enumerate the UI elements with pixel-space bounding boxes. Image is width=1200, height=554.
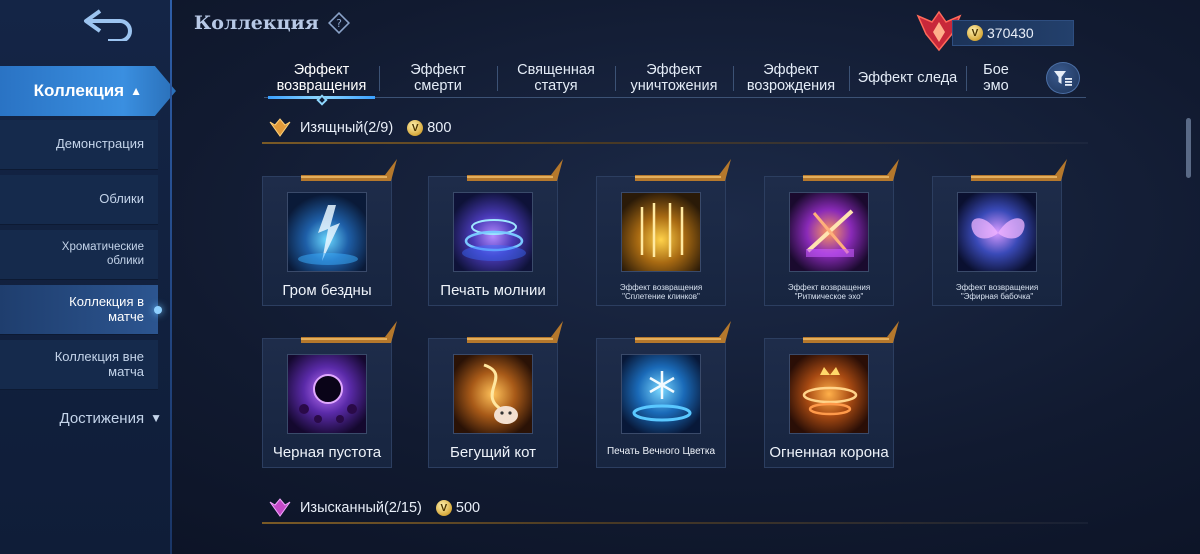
effect-card[interactable]: Печать Вечного Цветка: [596, 321, 731, 468]
back-button[interactable]: [70, 4, 146, 44]
effect-name: Огненная корона: [769, 444, 889, 461]
currency-balance: V 370430: [952, 20, 1074, 46]
tab-label: Эффект возвращения: [276, 61, 367, 94]
sidebar-item-in-match-collection[interactable]: Коллекция в матче: [0, 285, 162, 335]
section-cost: V 800: [407, 120, 451, 136]
section-cost-value: 800: [427, 120, 452, 136]
sidebar-item-label: Хроматические облики: [61, 241, 144, 267]
effect-card[interactable]: Эффект возвращения "Сплетение клинков": [596, 159, 731, 306]
effect-card[interactable]: Гром бездны: [262, 159, 397, 306]
effect-name: Гром бездны: [282, 282, 372, 299]
tab-return-effect[interactable]: Эффект возвращения: [264, 58, 379, 106]
effect-name: Печать молнии: [440, 282, 546, 299]
sidebar-item-label: Демонстрация: [55, 136, 144, 152]
ribbon-icon: [301, 159, 397, 181]
effect-name: Печать Вечного Цветка: [606, 446, 716, 457]
section-title: Изысканный(2/15): [300, 500, 422, 516]
coin-icon: V: [407, 120, 424, 136]
ribbon-icon: [803, 321, 899, 343]
effect-thumbnail: [789, 192, 869, 272]
effect-card[interactable]: Бегущий кот: [428, 321, 563, 468]
effect-thumbnail: [287, 192, 367, 272]
section-title: Изящный(2/9): [300, 120, 394, 136]
back-arrow-icon: [84, 9, 132, 41]
effect-name: Эффект возвращения "Эфирная бабочка": [955, 283, 1039, 301]
section-divider: [262, 522, 1088, 524]
gem-tier-icon: [269, 118, 291, 137]
help-icon[interactable]: ?: [328, 12, 350, 34]
sidebar-achievements-label: Достижения: [59, 409, 145, 427]
sidebar-item-label: Облики: [99, 191, 144, 207]
tab-sacred-statue[interactable]: Священная статуя: [497, 58, 615, 97]
ribbon-icon: [467, 321, 563, 343]
effect-card[interactable]: Эффект возвращения "Эфирная бабочка": [932, 159, 1067, 306]
currency-value: 370430: [987, 25, 1034, 41]
filter-button[interactable]: [1046, 62, 1080, 94]
sidebar-collection-label: Коллекция: [33, 81, 125, 100]
tab-label: Священная статуя: [517, 61, 595, 94]
ribbon-icon: [467, 159, 563, 181]
tab-label: Эффект смерти: [410, 61, 466, 94]
gem-tier-icon: [269, 498, 291, 517]
section-cost-value: 500: [455, 500, 481, 516]
ribbon-icon: [635, 321, 731, 343]
sidebar-item-demonstration[interactable]: Демонстрация: [0, 120, 158, 170]
ribbon-icon: [635, 159, 731, 181]
ribbon-icon: [301, 321, 397, 343]
sidebar: Коллекция ▲ Демонстрация Облики Хроматич…: [0, 0, 176, 554]
sidebar-item-chromatic-skins[interactable]: Хроматические облики: [0, 230, 158, 280]
sidebar-item-out-of-match-collection[interactable]: Коллекция вне матча: [0, 340, 158, 390]
tab-respawn-effect[interactable]: Эффект возрождения: [733, 58, 849, 97]
sidebar-item-label: Коллекция вне матча: [54, 348, 144, 379]
effect-name: Черная пустота: [272, 444, 382, 461]
ribbon-icon: [971, 159, 1067, 181]
ribbon-icon: [803, 159, 899, 181]
effect-name: Эффект возвращения "Ритмическое эхо": [787, 283, 871, 301]
sidebar-achievements[interactable]: Достижения ▼: [0, 400, 170, 436]
section-header-exquisite: Изысканный(2/15) V 500: [268, 494, 1088, 522]
effect-thumbnail: [957, 192, 1037, 272]
section-cost: V 500: [435, 500, 481, 516]
effect-thumbnail: [287, 354, 367, 434]
effect-card[interactable]: Черная пустота: [262, 321, 397, 468]
chevron-up-icon: ▲: [130, 84, 142, 98]
tab-elimination-effect[interactable]: Эффект уничтожения: [615, 58, 733, 97]
tab-label: Эффект следа: [857, 69, 958, 86]
sidebar-item-label: Коллекция в матче: [69, 293, 144, 324]
tab-battle-emote[interactable]: Бое эмо: [966, 58, 1026, 97]
page-title: Коллекция: [194, 12, 319, 34]
effect-thumbnail: [789, 354, 869, 434]
tab-death-effect[interactable]: Эффект смерти: [379, 58, 497, 97]
effect-card[interactable]: Огненная корона: [764, 321, 899, 468]
tab-label: Эффект возрождения: [746, 61, 836, 94]
section-header-elegant: Изящный(2/9) V 800: [268, 114, 1088, 142]
effect-thumbnail: [621, 192, 701, 272]
sidebar-collection-header[interactable]: Коллекция ▲: [0, 66, 176, 116]
effect-name: Бегущий кот: [449, 444, 537, 461]
coin-icon: V: [435, 500, 452, 516]
sidebar-item-skins[interactable]: Облики: [0, 175, 158, 225]
effect-thumbnail: [453, 192, 533, 272]
tab-label: Эффект уничтожения: [630, 61, 718, 94]
svg-text:?: ?: [336, 17, 342, 30]
scrollbar[interactable]: [1186, 118, 1191, 178]
effect-card[interactable]: Эффект возвращения "Ритмическое эхо": [764, 159, 899, 306]
active-tab-indicator: [315, 94, 328, 106]
tab-trail-effect[interactable]: Эффект следа: [849, 58, 966, 97]
filter-icon: [1054, 71, 1072, 86]
chevron-down-icon: ▼: [150, 411, 162, 425]
effect-thumbnail: [621, 354, 701, 434]
tab-label: Бое эмо: [983, 61, 1009, 94]
coin-icon: V: [967, 25, 983, 41]
effect-thumbnail: [453, 354, 533, 434]
effect-tabs: Эффект возвращения Эффект смерти Священн…: [264, 58, 1086, 106]
effect-card[interactable]: Печать молнии: [428, 159, 563, 306]
section-divider: [262, 142, 1088, 144]
effect-name: Эффект возвращения "Сплетение клинков": [619, 283, 703, 301]
